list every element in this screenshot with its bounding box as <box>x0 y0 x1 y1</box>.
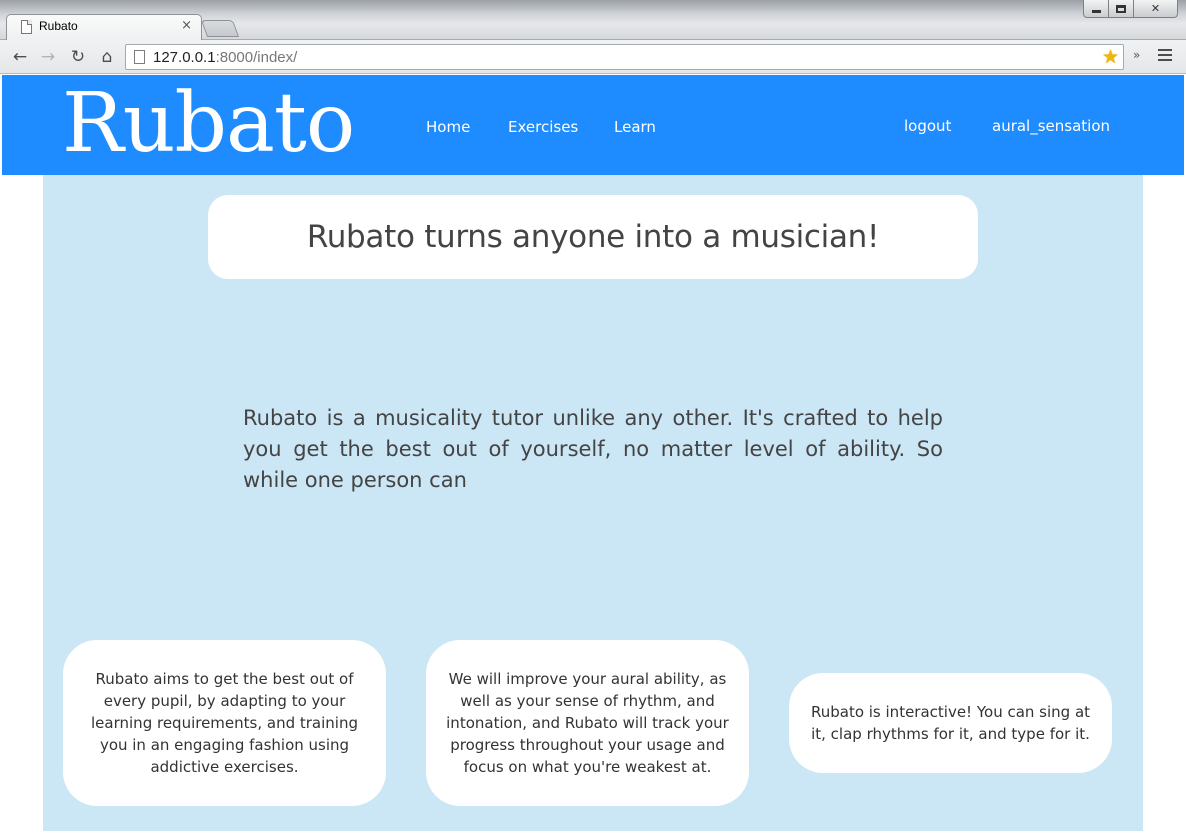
main-content: Rubato turns anyone into a musician! Rub… <box>43 175 1143 831</box>
hero-banner: Rubato turns anyone into a musician! <box>208 195 978 279</box>
intro-paragraph: Rubato is a musicality tutor unlike any … <box>243 406 943 492</box>
username-link[interactable]: aural_sensation <box>992 117 1110 135</box>
url-path: :8000/index/ <box>215 49 298 66</box>
menu-icon[interactable] <box>1158 49 1172 63</box>
url-host: 127.0.0.1 <box>153 49 216 66</box>
browser-toolbar: ← → ↻ ⌂ 127.0.0.1:8000/index/ ★ » <box>0 40 1186 74</box>
forward-arrow-icon: → <box>40 47 56 67</box>
home-button[interactable]: ⌂ <box>96 46 118 68</box>
browser-tab[interactable]: Rubato × <box>6 14 202 41</box>
browser-titlebar: Rubato × ✕ <box>0 0 1186 41</box>
tab-title: Rubato <box>39 19 78 33</box>
url-text: 127.0.0.1:8000/index/ <box>153 49 297 66</box>
minimize-button[interactable] <box>1083 0 1109 18</box>
minimize-icon <box>1091 10 1101 13</box>
maximize-button[interactable] <box>1109 0 1134 18</box>
nav-home-link[interactable]: Home <box>426 118 470 136</box>
feature-card-adaptive: Rubato aims to get the best out of every… <box>63 640 386 806</box>
maximize-icon <box>1116 4 1126 13</box>
new-tab-button[interactable] <box>200 20 240 37</box>
nav-exercises-link[interactable]: Exercises <box>508 118 578 136</box>
hero-title: Rubato turns anyone into a musician! <box>306 219 880 255</box>
feature-card-text: Rubato is interactive! You can sing at i… <box>810 703 1091 743</box>
nav-learn-link[interactable]: Learn <box>614 118 656 136</box>
forward-button[interactable]: → <box>37 46 59 68</box>
window-controls: ✕ <box>1083 0 1178 18</box>
feature-card-interactive: Rubato is interactive! You can sing at i… <box>789 673 1112 773</box>
page-viewport: Rubato Home Exercises Learn logout aural… <box>2 75 1184 831</box>
home-icon: ⌂ <box>101 47 113 67</box>
close-icon: ✕ <box>1150 2 1161 15</box>
logout-link[interactable]: logout <box>904 117 951 135</box>
back-button[interactable]: ← <box>9 46 31 68</box>
page-favicon-icon <box>21 20 32 34</box>
page-icon <box>134 50 145 64</box>
tab-close-icon[interactable]: × <box>181 18 192 34</box>
close-window-button[interactable]: ✕ <box>1134 0 1178 18</box>
reload-button[interactable]: ↻ <box>67 46 89 68</box>
address-bar[interactable]: 127.0.0.1:8000/index/ ★ <box>125 44 1124 70</box>
site-header: Rubato Home Exercises Learn logout aural… <box>2 75 1184 175</box>
feature-card-aural: We will improve your aural ability, as w… <box>426 640 749 806</box>
feature-card-text: Rubato aims to get the best out of every… <box>91 670 358 776</box>
site-logo[interactable]: Rubato <box>62 79 355 169</box>
extensions-overflow-icon[interactable]: » <box>1133 48 1140 62</box>
reload-icon: ↻ <box>70 47 86 67</box>
bookmark-star-icon[interactable]: ★ <box>1102 46 1119 68</box>
back-arrow-icon: ← <box>12 47 28 67</box>
feature-card-text: We will improve your aural ability, as w… <box>446 670 729 776</box>
